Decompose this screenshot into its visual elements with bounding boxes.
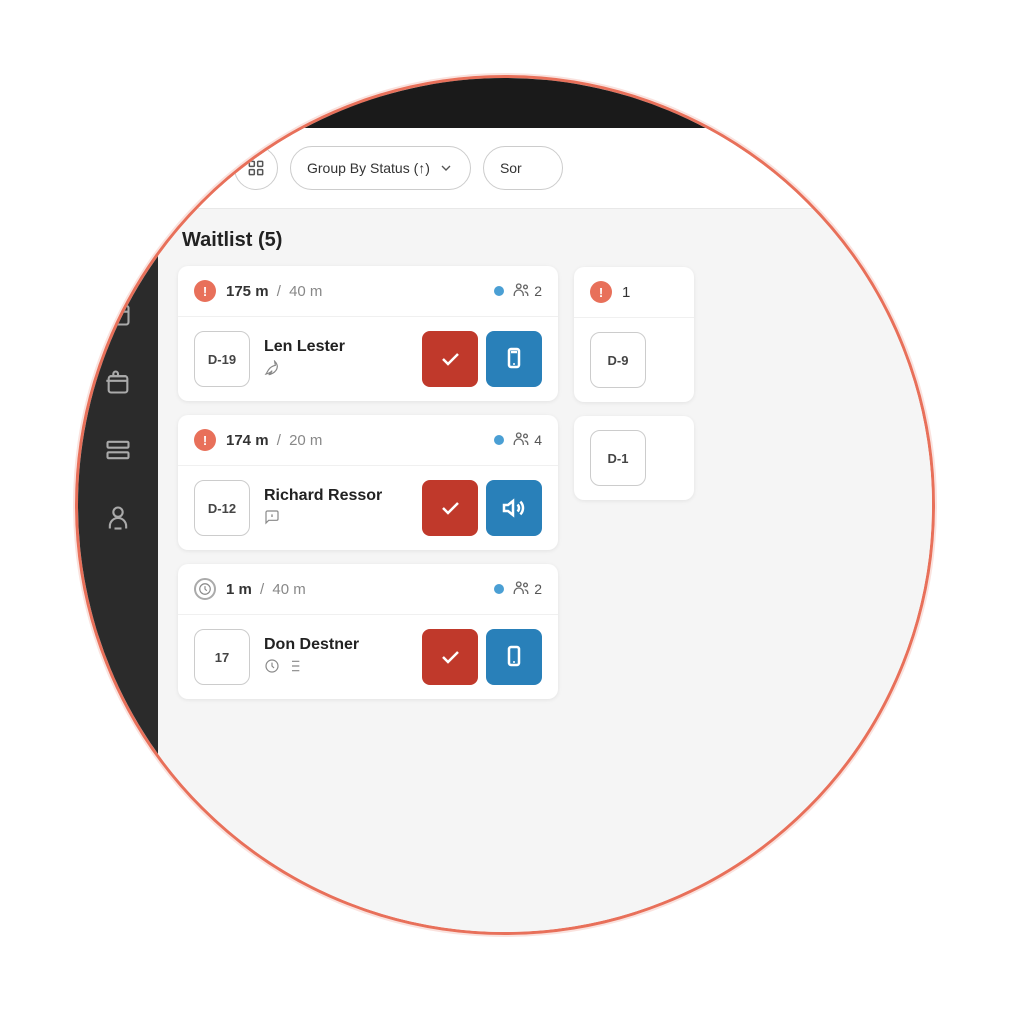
action-btns-1 <box>422 331 542 387</box>
chevron-down-icon <box>438 160 454 176</box>
waitlist-column: Waitlist (5) ! 175 m / 40 m <box>178 229 558 912</box>
guest-name-2: Richard Ressor <box>264 487 408 505</box>
watch-icon <box>104 164 132 192</box>
check-button-1[interactable] <box>422 331 478 387</box>
guest-name-1: Len Lester <box>264 338 408 356</box>
list-tag-3 <box>286 658 302 679</box>
phone-icon-3 <box>502 645 526 669</box>
guest-count-1: 2 <box>512 281 542 302</box>
waitlist-card-3: 1 m / 40 m 2 <box>178 564 558 699</box>
alert-icon-1: ! <box>194 280 216 302</box>
guest-tags-2 <box>264 509 408 530</box>
status-dot-2 <box>494 435 504 445</box>
leaf-tag <box>264 360 280 381</box>
action-btns-2 <box>422 480 542 536</box>
guest-icon-1 <box>512 281 530 302</box>
grid-icon <box>246 158 266 178</box>
partial-card-1: ! 1 D-9 <box>574 267 694 402</box>
card-1-wait-time: 175 m / 40 m <box>226 283 322 300</box>
guest-count-3: 2 <box>512 579 542 600</box>
sidebar-item-reservations[interactable] <box>88 284 148 344</box>
card-1-body: D-19 Len Lester <box>178 317 558 401</box>
grid-view-button[interactable] <box>234 146 278 190</box>
card-1-header-right: 2 <box>494 281 542 302</box>
card-2-header: ! 174 m / 20 m <box>178 415 558 466</box>
guest-icon-2 <box>512 430 530 451</box>
card-3-header-right: 2 <box>494 579 542 600</box>
waitlist-card-1: ! 175 m / 40 m <box>178 266 558 401</box>
main-content: Group By Status (↑) Sor Waitlist (5) <box>158 128 932 932</box>
partial-alert-1: ! <box>590 281 612 303</box>
sort-button[interactable]: Sor <box>483 146 563 190</box>
sidebar-item-waitlist[interactable] <box>88 216 148 276</box>
top-bar: Group By Status (↑) Sor <box>158 128 932 209</box>
group-by-button[interactable]: Group By Status (↑) <box>290 146 471 190</box>
checkmark-icon-1 <box>438 347 462 371</box>
column-title: Waitlist (5) <box>178 229 558 252</box>
action-btns-3 <box>422 629 542 685</box>
waitlist-card-2: ! 174 m / 20 m <box>178 415 558 550</box>
guest-name-3: Don Destner <box>264 636 408 654</box>
check-button-3[interactable] <box>422 629 478 685</box>
guest-count-2: 4 <box>512 430 542 451</box>
guest-tags-3 <box>264 658 408 679</box>
clock-icon <box>104 232 132 260</box>
phone-icon-1 <box>502 347 526 371</box>
status-dot-3 <box>494 584 504 594</box>
sidebar-item-tables[interactable] <box>88 420 148 480</box>
partial-card-2-body: D-1 <box>574 416 694 500</box>
guest-info-2: Richard Ressor <box>264 487 408 530</box>
card-2-header-right: 4 <box>494 430 542 451</box>
partial-table-2: D-1 <box>590 430 646 486</box>
notify-button-1[interactable] <box>486 331 542 387</box>
guest-info-1: Len Lester <box>264 338 408 381</box>
guest-tags-1 <box>264 360 408 381</box>
calendar-icon <box>104 300 132 328</box>
host-icon <box>104 504 132 532</box>
card-2-body: D-12 Richard Ressor <box>178 466 558 550</box>
filter-icon <box>190 158 210 178</box>
sidebar-item-host[interactable] <box>88 488 148 548</box>
card-3-body: 17 Don Destner <box>178 615 558 699</box>
card-2-wait-time: 174 m / 20 m <box>226 432 322 449</box>
partial-time-1: 1 <box>622 284 630 301</box>
app-content: Group By Status (↑) Sor Waitlist (5) <box>78 128 932 932</box>
sidebar-item-orders[interactable] <box>88 352 148 412</box>
filter-button[interactable] <box>178 146 222 190</box>
bag-icon <box>104 368 132 396</box>
table-badge-2: D-12 <box>194 480 250 536</box>
guest-info-3: Don Destner <box>264 636 408 679</box>
partial-column: ! 1 D-9 D-1 <box>574 229 694 912</box>
scroll-area[interactable]: Waitlist (5) ! 175 m / 40 m <box>158 209 932 932</box>
partial-card-1-body: D-9 <box>574 318 694 402</box>
group-by-label: Group By Status (↑) <box>307 160 430 176</box>
clock-tag-3 <box>264 658 280 679</box>
speaker-icon-2 <box>502 496 526 520</box>
notify-button-2[interactable] <box>486 480 542 536</box>
clock-sm-icon-3 <box>194 578 216 600</box>
card-1-header: ! 175 m / 40 m <box>178 266 558 317</box>
partial-card-1-header: ! 1 <box>574 267 694 318</box>
notify-button-3[interactable] <box>486 629 542 685</box>
sort-label: Sor <box>500 160 522 176</box>
partial-table-1: D-9 <box>590 332 646 388</box>
tables-icon <box>104 436 132 464</box>
status-dot-1 <box>494 286 504 296</box>
table-badge-1: D-19 <box>194 331 250 387</box>
alert-icon-2: ! <box>194 429 216 451</box>
partial-card-2: D-1 <box>574 416 694 500</box>
checkmark-icon-3 <box>438 645 462 669</box>
check-button-2[interactable] <box>422 480 478 536</box>
dark-strip <box>78 78 932 128</box>
table-badge-3: 17 <box>194 629 250 685</box>
sidebar <box>78 128 158 932</box>
card-3-wait-time: 1 m / 40 m <box>226 581 306 598</box>
guest-icon-3 <box>512 579 530 600</box>
app-circle: Group By Status (↑) Sor Waitlist (5) <box>75 75 935 935</box>
card-3-header: 1 m / 40 m 2 <box>178 564 558 615</box>
checkmark-icon-2 <box>438 496 462 520</box>
comment-tag <box>264 509 280 530</box>
sidebar-item-watch[interactable] <box>88 148 148 208</box>
